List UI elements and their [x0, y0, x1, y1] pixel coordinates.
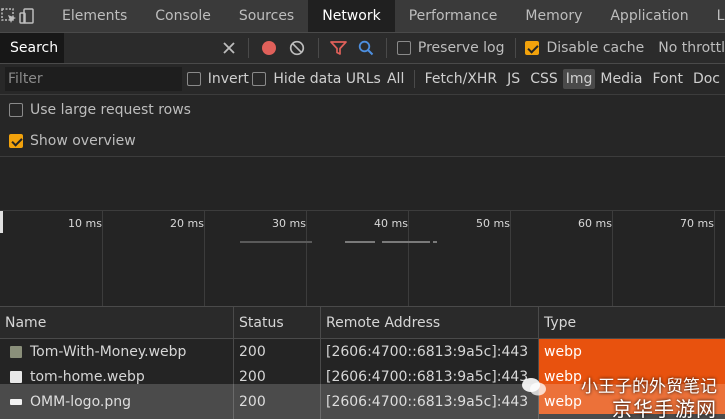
column-header-type[interactable]: Type — [539, 306, 725, 339]
filter-type-css[interactable]: CSS — [525, 71, 563, 87]
filter-type-font[interactable]: Font — [647, 71, 687, 87]
timeline-label: 30 ms — [272, 217, 306, 230]
filter-input[interactable] — [5, 67, 182, 91]
tab-label: Elements — [62, 8, 128, 24]
divider — [514, 38, 516, 58]
image-file-icon — [10, 345, 22, 358]
tab-label: Application — [610, 8, 689, 24]
filter-type-media[interactable]: Media — [595, 71, 647, 87]
request-type: webp — [539, 339, 725, 364]
column-label: Name — [5, 314, 47, 331]
show-overview-label: Show overview — [30, 132, 136, 149]
clear-icon[interactable] — [283, 40, 312, 56]
request-name: Tom-With-Money.webp — [30, 343, 187, 360]
show-overview-option-row: Show overview — [0, 125, 725, 156]
timeline-tick — [306, 211, 307, 307]
request-status: 200 — [239, 343, 266, 360]
overview-spacer — [0, 156, 725, 210]
hide-data-urls-checkbox[interactable] — [252, 72, 267, 86]
disable-cache-checkbox[interactable] — [525, 41, 540, 55]
column-label: Status — [239, 314, 284, 331]
search-tab[interactable]: Search — [0, 33, 64, 63]
column-header-status[interactable]: Status — [234, 306, 321, 339]
hide-data-urls-label: Hide data URLs — [273, 71, 381, 87]
search-tab-label: Search — [10, 40, 59, 56]
show-overview-checkbox[interactable] — [9, 133, 23, 148]
tab-sources[interactable]: Sources — [225, 0, 308, 32]
timeline-tick — [102, 211, 103, 307]
throttling-select[interactable]: No throttl — [658, 40, 725, 56]
tab-label: Ligh — [716, 8, 725, 24]
preserve-log-checkbox[interactable] — [396, 41, 411, 55]
timeline-label: 60 ms — [578, 217, 612, 230]
filter-type-img[interactable]: Img — [562, 69, 596, 89]
inspect-element-icon[interactable] — [0, 0, 18, 32]
column-header-remote-address[interactable]: Remote Address — [321, 306, 539, 339]
divider — [385, 38, 387, 58]
filter-bar: Invert Hide data URLs All Fetch/XHR JS C… — [0, 64, 725, 95]
devtools-tab-bar: Elements Console Sources Network Perform… — [0, 0, 725, 33]
divider — [248, 38, 250, 58]
record-icon[interactable] — [255, 40, 283, 56]
timeline-tick — [510, 211, 511, 307]
wechat-logo-icon — [521, 377, 547, 397]
column-header-name[interactable]: Name — [0, 306, 234, 339]
request-bar — [240, 241, 312, 243]
request-name: tom-home.webp — [30, 368, 145, 385]
network-toolbar: Search Preserve log Disable cache No thr… — [0, 33, 725, 64]
tab-console[interactable]: Console — [141, 0, 225, 32]
column-label: Remote Address — [326, 314, 441, 331]
timeline-tick — [204, 211, 205, 307]
timeline-tick — [408, 211, 409, 307]
tab-elements[interactable]: Elements — [48, 0, 141, 32]
close-icon[interactable] — [216, 41, 242, 55]
tab-label: Memory — [525, 8, 583, 24]
tab-label: Performance — [408, 8, 498, 24]
invert-label: Invert — [207, 71, 249, 87]
timeline-request-bars — [0, 241, 725, 244]
tab-label: Network — [322, 8, 381, 24]
tab-memory[interactable]: Memory — [511, 0, 596, 32]
timeline-overview[interactable]: 10 ms 20 ms 30 ms 40 ms 50 ms 60 ms 70 m… — [0, 210, 725, 307]
tab-label: Sources — [238, 8, 295, 24]
image-file-icon — [10, 370, 22, 383]
search-icon[interactable] — [352, 40, 380, 56]
timeline-label: 50 ms — [476, 217, 510, 230]
timeline-tick — [612, 211, 613, 307]
timeline-label: 20 ms — [170, 217, 204, 230]
timeline-tick — [714, 211, 715, 307]
watermark-text: 京华手游网 — [612, 397, 717, 419]
request-remote-address: [2606:4700::6813:9a5c]:443 — [326, 343, 529, 360]
timeline-label: 70 ms — [680, 217, 714, 230]
request-bar — [433, 241, 437, 243]
timeline-label: 40 ms — [374, 217, 408, 230]
timeline-selection-handle[interactable] — [0, 211, 3, 233]
tab-lighthouse[interactable]: Ligh — [703, 0, 725, 32]
column-label: Type — [544, 314, 577, 331]
tab-network[interactable]: Network — [308, 0, 395, 32]
filter-type-doc[interactable]: Doc — [688, 71, 725, 87]
tab-application[interactable]: Application — [596, 0, 702, 32]
filter-type-js[interactable]: JS — [502, 71, 525, 87]
device-toolbar-icon[interactable] — [18, 0, 36, 32]
table-row-name[interactable]: Tom-With-Money.webp — [0, 339, 234, 364]
large-rows-checkbox[interactable] — [9, 103, 23, 117]
filter-icon[interactable] — [325, 40, 353, 56]
disable-cache-label: Disable cache — [546, 40, 645, 56]
tab-performance[interactable]: Performance — [395, 0, 512, 32]
filter-type-fetch-xhr[interactable]: Fetch/XHR — [420, 71, 503, 87]
tab-label: Console — [155, 8, 211, 24]
large-rows-option-row: Use large request rows — [0, 95, 725, 125]
timeline-label: 10 ms — [68, 217, 102, 230]
request-bar — [345, 241, 375, 243]
divider — [317, 38, 319, 58]
filter-type-all[interactable]: All — [382, 71, 409, 87]
preserve-log-label: Preserve log — [417, 40, 505, 56]
large-rows-label: Use large request rows — [30, 102, 191, 118]
invert-checkbox[interactable] — [186, 72, 201, 86]
request-bar — [382, 241, 430, 243]
